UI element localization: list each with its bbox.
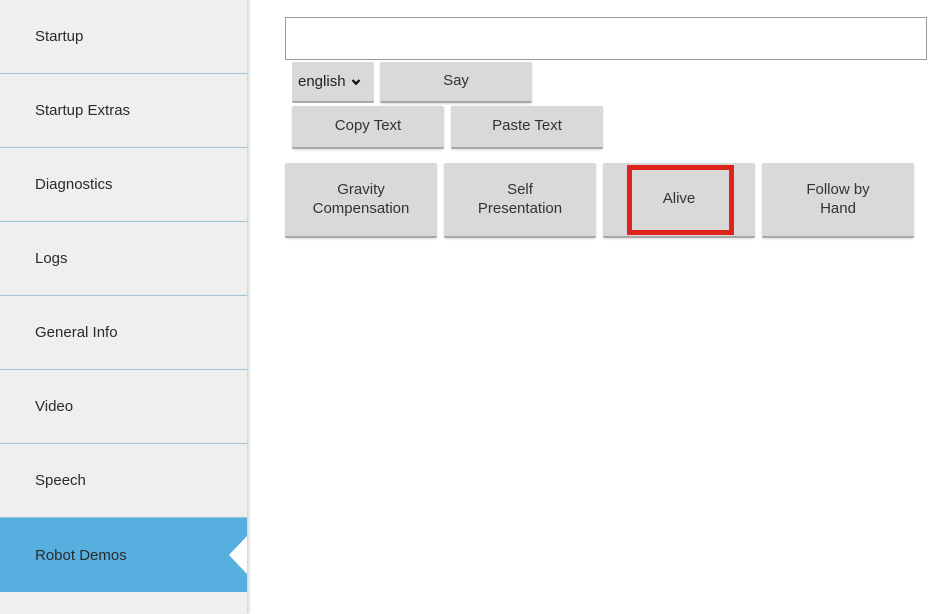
sidebar-item-label: Startup Extras (35, 102, 131, 119)
say-button[interactable]: Say (380, 62, 532, 103)
sidebar-item-label: Diagnostics (35, 176, 113, 193)
speech-text-input[interactable] (285, 17, 927, 60)
button-label-line2: Compensation (312, 199, 410, 217)
alive-button[interactable]: Alive (603, 163, 755, 238)
paste-text-button[interactable]: Paste Text (451, 106, 603, 149)
sidebar-item-startup[interactable]: Startup (0, 0, 247, 74)
sidebar-item-diagnostics[interactable]: Diagnostics (0, 148, 247, 222)
sidebar-item-robot-demos[interactable]: Robot Demos (0, 518, 247, 592)
chevron-down-icon (351, 78, 360, 85)
sidebar-item-label: Robot Demos (35, 546, 127, 564)
main-panel: english Say Copy Text Paste Text Gravity… (247, 0, 928, 614)
sidebar-item-label: Video (35, 398, 74, 415)
button-label-line2: Presentation (477, 199, 563, 217)
sidebar-item-label: Startup (35, 28, 84, 45)
language-select[interactable]: english (292, 62, 374, 103)
sidebar-item-label: Speech (35, 472, 86, 489)
sidebar-item-video[interactable]: Video (0, 370, 247, 444)
sidebar-item-startup-extras[interactable]: Startup Extras (0, 74, 247, 148)
sidebar-item-speech[interactable]: Speech (0, 444, 247, 518)
sidebar-item-logs[interactable]: Logs (0, 222, 247, 296)
sidebar: Startup Startup Extras Diagnostics Logs … (0, 0, 247, 614)
self-presentation-button[interactable]: Self Presentation (444, 163, 596, 238)
button-label-line1: Gravity (337, 180, 385, 198)
button-label-line2: Hand (820, 199, 856, 217)
copy-text-button[interactable]: Copy Text (292, 106, 444, 149)
follow-by-hand-button[interactable]: Follow by Hand (762, 163, 914, 238)
button-label-line1: Self (507, 180, 533, 198)
gravity-compensation-button[interactable]: Gravity Compensation (285, 163, 437, 238)
sidebar-item-label: Logs (35, 250, 68, 267)
button-label-line1: Follow by (806, 180, 870, 198)
language-select-value: english (298, 73, 346, 90)
sidebar-item-general-info[interactable]: General Info (0, 296, 247, 370)
button-label-line1: Alive (662, 190, 696, 208)
sidebar-item-label: General Info (35, 324, 118, 341)
